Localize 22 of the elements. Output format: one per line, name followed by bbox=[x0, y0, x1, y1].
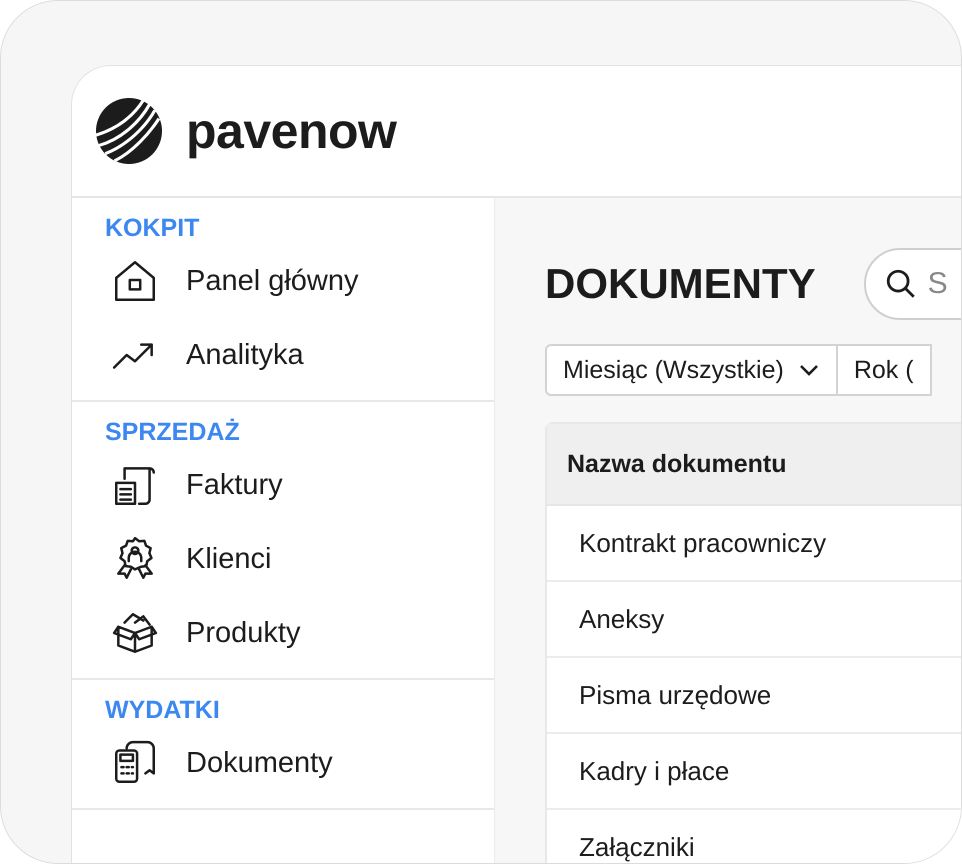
sidebar-item[interactable]: Klienci bbox=[186, 542, 272, 576]
column-header: Nazwa dokumentu bbox=[547, 424, 961, 506]
brand-name: pavenow bbox=[186, 102, 396, 160]
sidebar-item[interactable]: Panel główny bbox=[186, 264, 358, 298]
sidebar-item[interactable]: Produkty bbox=[186, 616, 300, 650]
table-cell[interactable]: Załączniki bbox=[547, 810, 961, 863]
filter-dropdown[interactable]: Rok ( bbox=[836, 344, 932, 396]
page-title: DOKUMENTY bbox=[545, 260, 816, 308]
table-cell[interactable]: Pisma urzędowe bbox=[547, 658, 961, 734]
section-title: WYDATKI bbox=[104, 694, 221, 726]
section-title: KOKPIT bbox=[104, 212, 200, 244]
chevron-down-icon bbox=[798, 363, 820, 377]
section-title: SPRZEDAŻ bbox=[104, 416, 241, 448]
search-field[interactable]: S bbox=[864, 248, 961, 320]
table-cell[interactable]: Kontrakt pracowniczy bbox=[547, 506, 961, 582]
table-cell[interactable]: Aneksy bbox=[547, 582, 961, 658]
logo-icon bbox=[96, 98, 162, 164]
sidebar-item[interactable]: Faktury bbox=[186, 468, 283, 502]
sidebar-item[interactable]: Analityka bbox=[186, 338, 304, 372]
table-cell[interactable]: Kadry i płace bbox=[547, 734, 961, 810]
sidebar-item[interactable]: Dokumenty bbox=[186, 746, 333, 780]
filter-dropdown[interactable]: Miesiąc (Wszystkie) bbox=[545, 344, 838, 396]
